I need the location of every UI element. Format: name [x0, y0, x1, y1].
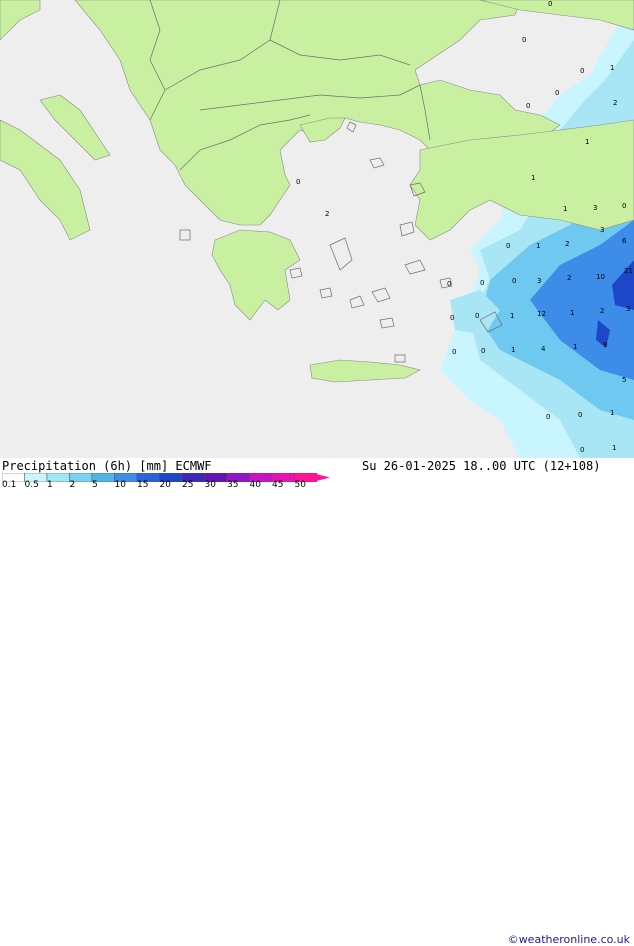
map-value: 21	[624, 267, 633, 275]
map-value: 1	[536, 242, 540, 250]
map-value: 1	[563, 205, 567, 213]
color-scale-tick-label: 35	[227, 480, 239, 490]
island-syros	[319, 287, 333, 299]
color-scale-tick-label: 15	[137, 480, 149, 490]
map-value: 5	[622, 376, 626, 384]
color-scale-tick-label: 2	[69, 480, 76, 490]
map-value: 1	[573, 343, 577, 351]
map-value: 0	[452, 348, 456, 356]
map-value: 0	[450, 314, 454, 322]
island-thasos	[346, 121, 357, 133]
map-value: 3	[593, 204, 597, 212]
map-value: 0	[296, 178, 300, 186]
map-value: 9	[603, 341, 607, 349]
color-scale-tick-label: 45	[272, 480, 284, 490]
map-value: 0	[475, 312, 479, 320]
map-value: 0	[447, 280, 451, 288]
map-value: 0	[522, 36, 526, 44]
land-italy-north	[0, 0, 41, 41]
precipitation-field	[440, 0, 634, 458]
island-euboea	[329, 237, 353, 271]
map-value: 0	[580, 67, 584, 75]
color-scale-labels: 0.1 0.5 1 2 5 10 15 20 25 30 35 40 45 50	[0, 480, 634, 490]
precipitation-map: 0 0 0 1 0 0 2 0 1 2 1 3 1 0 0 1 2 3 6 0 …	[0, 0, 634, 458]
island-ionian	[179, 229, 191, 241]
color-scale-tick-label: 25	[182, 480, 194, 490]
map-value: 10	[596, 273, 605, 281]
land-gargano	[39, 94, 111, 161]
color-scale-tick-label: 1	[47, 480, 53, 490]
map-value: 2	[567, 274, 571, 282]
color-scale-tick-label: 40	[249, 480, 261, 490]
map-value: 0	[481, 347, 485, 355]
map-value: 1	[585, 138, 589, 146]
map-value: 1	[511, 346, 515, 354]
color-scale-tick-label: 30	[204, 480, 216, 490]
map-value: 0	[548, 0, 552, 8]
map-value: 2	[325, 210, 329, 218]
island-samos	[404, 259, 426, 275]
map-value: 1	[610, 64, 614, 72]
color-scale-tick-label: 10	[114, 480, 126, 490]
color-scale-tick-label: 50	[294, 480, 306, 490]
land-peloponnese	[211, 229, 301, 321]
map-value: 3	[537, 277, 541, 285]
map-value: 0	[578, 411, 582, 419]
island-naxos	[371, 287, 391, 303]
forecast-datetime: Su 26-01-2025 18..00 UTC (12+108)	[362, 459, 601, 473]
map-value: 2	[600, 307, 604, 315]
island-kasos	[394, 354, 406, 363]
map-value: 1	[610, 409, 614, 417]
island-paros	[349, 295, 365, 309]
color-scale-tick-label: 5	[92, 480, 98, 490]
map-value: 0	[512, 277, 516, 285]
map-value: 3	[626, 305, 630, 313]
map-value: 0	[546, 413, 550, 421]
map-value: 1	[510, 312, 514, 320]
map-title: Precipitation (6h) [mm] ECMWF	[2, 459, 212, 473]
color-scale-tick-label: 20	[159, 480, 171, 490]
island-lemnos	[369, 157, 385, 169]
map-value: 3	[600, 226, 604, 234]
island-aegina	[289, 267, 303, 279]
color-scale-tick-label: 0.5	[24, 480, 39, 490]
map-value: 0	[580, 446, 584, 454]
map-value: 1	[570, 309, 574, 317]
map-canvas: 0 0 0 1 0 0 2 0 1 2 1 3 1 0 0 1 2 3 6 0 …	[0, 0, 634, 458]
credit-link[interactable]: ©weatheronline.co.uk	[508, 933, 630, 946]
island-santorini	[379, 317, 395, 329]
map-value: 2	[565, 240, 569, 248]
map-value: 0	[622, 202, 626, 210]
map-value: 0	[555, 89, 559, 97]
map-value: 12	[537, 310, 546, 318]
map-value: 0	[506, 242, 510, 250]
map-value: 1	[531, 174, 535, 182]
map-value: 0	[480, 279, 484, 287]
map-value: 2	[613, 99, 617, 107]
map-value: 6	[622, 237, 627, 245]
map-value: 1	[612, 444, 616, 452]
island-chios	[399, 221, 415, 237]
map-value: 0	[526, 102, 530, 110]
land-crete	[309, 359, 421, 383]
map-value: 4	[541, 345, 546, 353]
color-scale-tick-label: 0.1	[2, 480, 17, 490]
